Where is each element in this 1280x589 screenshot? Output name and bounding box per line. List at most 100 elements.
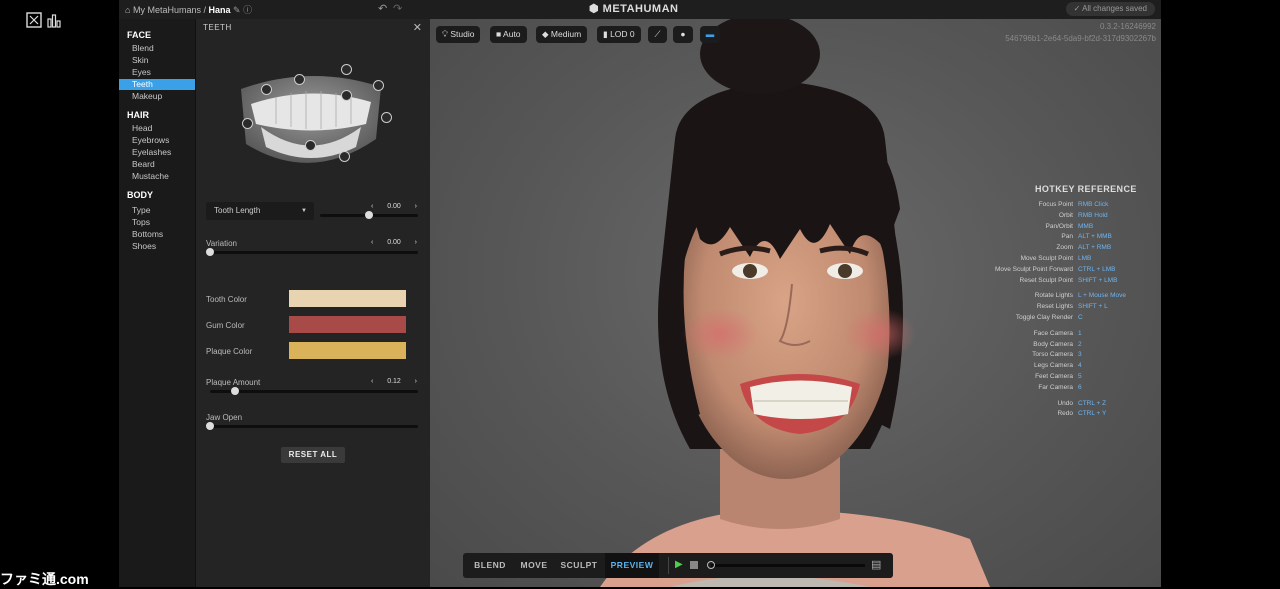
film-icon[interactable]: ▤ — [871, 558, 881, 571]
home-icon[interactable]: ⌂ — [125, 5, 130, 15]
expand-icon[interactable] — [26, 12, 42, 28]
brand-text: METAHUMAN — [602, 3, 679, 15]
hotkey-action: Feet Camera — [1035, 373, 1073, 380]
keyboard-icon: ▬ — [705, 29, 715, 39]
nav-item-eyes[interactable]: Eyes — [119, 67, 195, 78]
quality-button[interactable]: ◆ Medium — [536, 26, 588, 43]
sculpt-point-handle[interactable] — [261, 84, 272, 95]
tooth-length-slider[interactable] — [320, 211, 418, 219]
slider-knob[interactable] — [365, 211, 373, 219]
plaque-amount-spinner[interactable]: ‹ 0.12 › — [371, 376, 417, 387]
timeline-handle[interactable] — [707, 561, 715, 569]
stats-icon[interactable] — [46, 12, 62, 28]
hotkey-action: Pan/Orbit — [1045, 222, 1073, 230]
nav-item-eyelashes[interactable]: Eyelashes — [119, 147, 195, 158]
panel-title: TEETH — [203, 23, 232, 32]
play-icon[interactable]: ▶ — [675, 559, 683, 570]
slider-knob[interactable] — [230, 387, 239, 395]
sculpt-point-handle[interactable] — [373, 80, 384, 91]
hotkey-key: 6 — [1078, 383, 1082, 391]
gum-color-swatch[interactable] — [289, 316, 406, 333]
slider-knob[interactable] — [206, 248, 214, 256]
variation-spinner[interactable]: ‹ 0.00 › — [371, 237, 417, 248]
nav-item-skin[interactable]: Skin — [119, 55, 195, 66]
sculpt-point-handle[interactable] — [242, 118, 253, 129]
keyboard-button[interactable]: ▬ — [700, 26, 720, 43]
head-button[interactable]: ● — [673, 26, 693, 43]
save-status-badge: ✓ All changes saved — [1065, 2, 1155, 16]
chevron-down-icon: ▼ — [301, 208, 307, 214]
decrement-icon[interactable]: ‹ — [371, 239, 373, 246]
nav-item-type[interactable]: Type — [119, 205, 195, 216]
viewport[interactable]: 💡︎ Studio ■ Auto ◆ Medium ▮ LOD 0 ⟋ ● ▬ … — [430, 19, 1161, 587]
metahuman-logo-icon: ⬢ — [589, 3, 600, 15]
lod-button[interactable]: ▮ LOD 0 — [597, 26, 641, 43]
hotkey-row: Move Sculpt Point LMB — [1005, 255, 1161, 265]
close-icon[interactable]: ✕ — [413, 21, 422, 34]
nav-item-tops[interactable]: Tops — [119, 217, 195, 228]
increment-icon[interactable]: › — [415, 378, 417, 385]
hotkey-key: C — [1078, 314, 1083, 321]
breadcrumb: ⌂ My MetaHumans / Hana ✎ ⓘ — [125, 3, 252, 16]
hotkey-action: Move Sculpt Point — [1020, 255, 1073, 262]
hotkey-key: SHIFT + L — [1078, 303, 1108, 311]
hotkey-action: Pan — [1061, 233, 1073, 241]
nav-item-makeup[interactable]: Makeup — [119, 91, 195, 102]
camera-button[interactable]: ■ Auto — [490, 26, 527, 43]
undo-icon[interactable]: ↶ — [378, 2, 387, 15]
sculpt-point-handle[interactable] — [339, 151, 350, 162]
hotkey-action: Orbit — [1058, 211, 1073, 219]
nav-item-shoes[interactable]: Shoes — [119, 241, 195, 252]
hotkey-key: 2 — [1078, 340, 1082, 348]
increment-icon[interactable]: › — [415, 203, 417, 210]
breadcrumb-root[interactable]: My MetaHumans / — [133, 5, 206, 15]
redo-icon[interactable]: ↷ — [393, 2, 402, 15]
hotkey-action: Torso Camera — [1032, 351, 1073, 359]
increment-icon[interactable]: › — [415, 239, 417, 246]
jaw-open-slider[interactable] — [206, 422, 418, 430]
nav-item-eyebrows[interactable]: Eyebrows — [119, 135, 195, 146]
nav-item-mustache[interactable]: Mustache — [119, 171, 195, 182]
pin-button[interactable]: ⟋ — [648, 26, 667, 43]
mode-tab-preview[interactable]: PREVIEW — [605, 553, 659, 578]
hotkey-row: Feet Camera 5 — [1005, 373, 1161, 383]
plaque-color-swatch[interactable] — [289, 342, 406, 359]
camera-label: Auto — [503, 29, 521, 39]
nav-item-bottoms[interactable]: Bottoms — [119, 229, 195, 240]
mode-tab-move[interactable]: MOVE — [514, 553, 554, 578]
tooth-color-swatch[interactable] — [289, 290, 406, 307]
slider-knob[interactable] — [206, 422, 214, 430]
lighting-button[interactable]: 💡︎ Studio — [436, 26, 481, 43]
version-info: 0.3.2-16246992 546796b1-2e64-5da9-bf2d-3… — [1005, 21, 1156, 45]
plaque-amount-label: Plaque Amount — [206, 378, 261, 387]
nav-item-blend[interactable]: Blend — [119, 43, 195, 54]
sculpt-point-handle[interactable] — [341, 90, 352, 101]
variation-slider[interactable] — [206, 248, 418, 256]
nav-section-body: BODY — [127, 190, 154, 200]
tooth-length-spinner[interactable]: ‹ 0.00 › — [371, 201, 417, 212]
decrement-icon[interactable]: ‹ — [371, 378, 373, 385]
variation-value: 0.00 — [387, 239, 401, 246]
stop-icon[interactable] — [690, 561, 698, 569]
nav-item-head[interactable]: Head — [119, 123, 195, 134]
hotkey-key: CTRL + LMB — [1078, 265, 1116, 273]
nav-item-beard[interactable]: Beard — [119, 159, 195, 170]
version-text: 0.3.2-16246992 — [1099, 22, 1156, 31]
sculpt-point-handle[interactable] — [381, 112, 392, 123]
mode-tab-sculpt[interactable]: SCULPT — [556, 553, 602, 578]
edit-icon[interactable]: ✎ — [233, 5, 241, 15]
timeline-track[interactable] — [711, 564, 865, 567]
reset-all-button[interactable]: RESET ALL — [281, 447, 345, 463]
nav-item-teeth[interactable]: Teeth — [119, 79, 195, 90]
info-icon[interactable]: ⓘ — [243, 5, 252, 15]
decrement-icon[interactable]: ‹ — [371, 203, 373, 210]
hotkey-key: CTRL + Y — [1078, 410, 1107, 418]
plaque-amount-slider[interactable] — [210, 387, 418, 395]
hotkey-action: Toggle Clay Render — [1015, 314, 1073, 321]
sculpt-point-handle[interactable] — [341, 64, 352, 75]
sculpt-point-handle[interactable] — [294, 74, 305, 85]
mode-tab-blend[interactable]: BLEND — [468, 553, 512, 578]
hotkey-row: Torso Camera 3 — [1005, 351, 1161, 361]
sculpt-point-handle[interactable] — [305, 140, 316, 151]
tooth-length-dropdown[interactable]: Tooth Length ▼ — [206, 202, 314, 220]
